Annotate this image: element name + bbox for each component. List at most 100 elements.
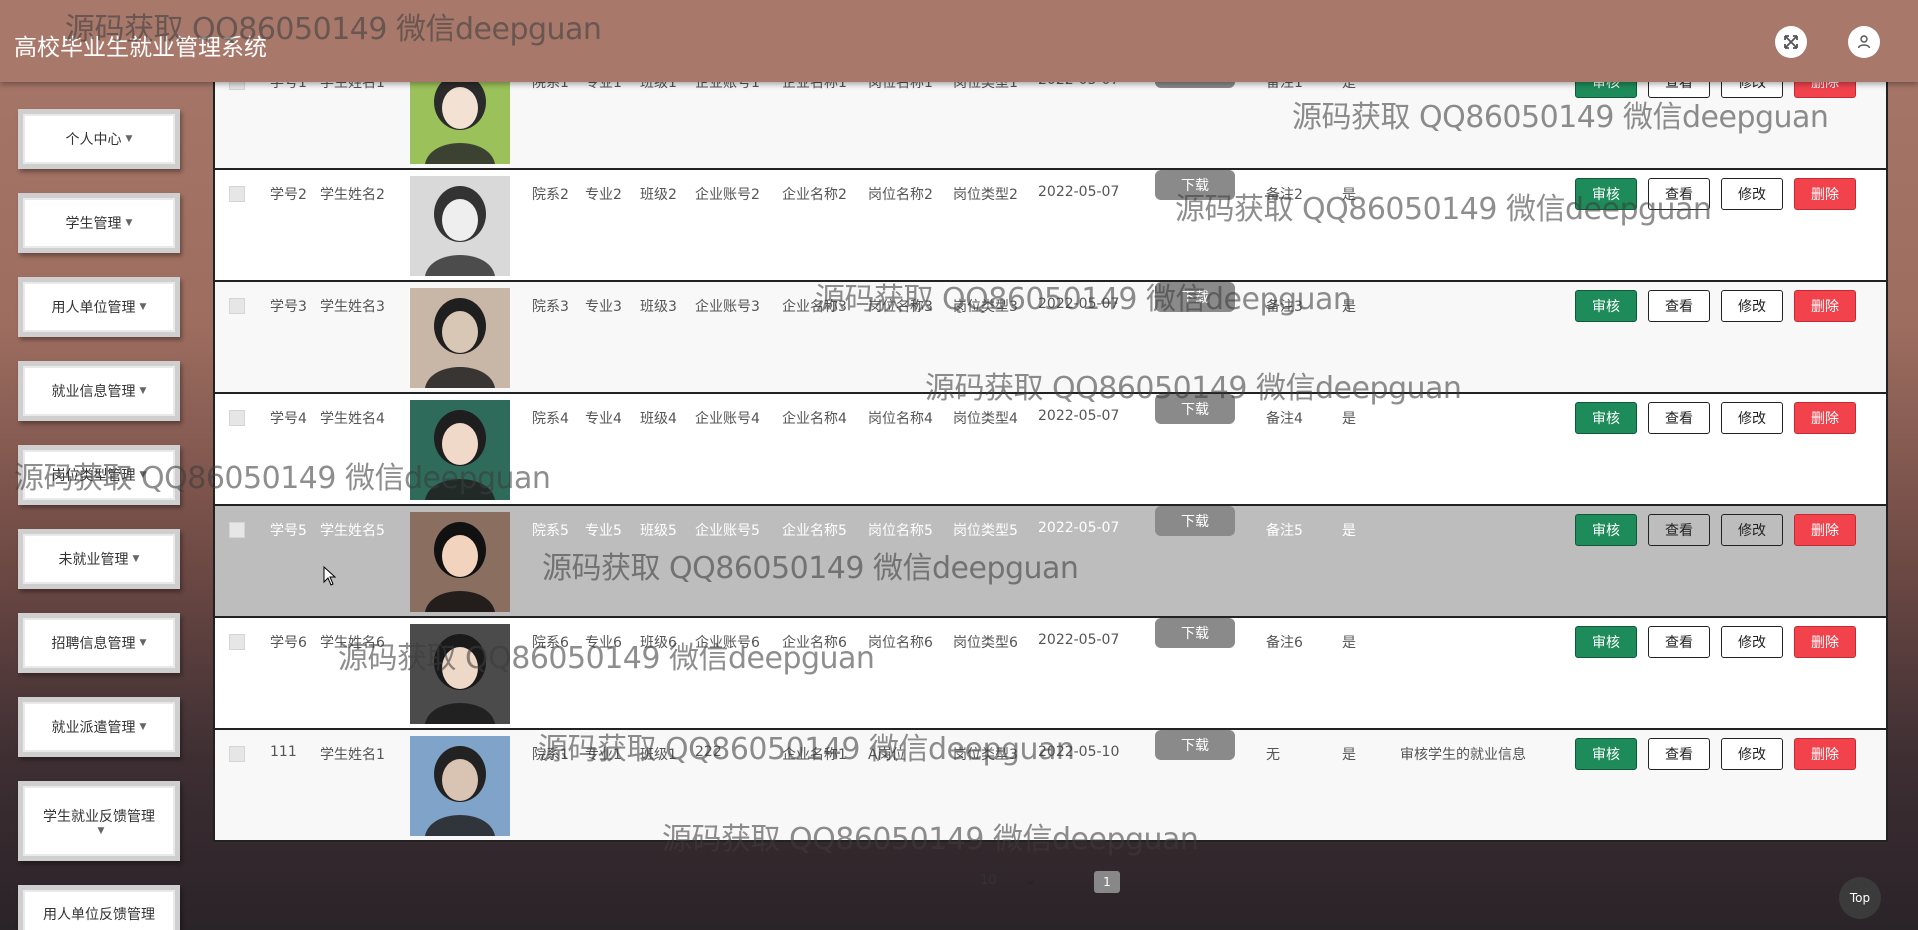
audit-button[interactable]: 审核 (1575, 178, 1637, 210)
cell-dept: 院系2 (532, 187, 569, 203)
delete-button[interactable]: 删除 (1794, 514, 1856, 546)
download-button[interactable]: 下载 (1155, 506, 1235, 536)
cell-date: 2022-05-07 (1038, 184, 1120, 200)
student-photo (410, 176, 510, 276)
cell-ptype: 岗位类型3 (953, 299, 1018, 315)
audit-button[interactable]: 审核 (1575, 738, 1637, 770)
row-checkbox[interactable] (229, 522, 245, 538)
cell-reply: 审核学生的就业信息 (1400, 747, 1526, 763)
cell-ptype: 岗位类型5 (953, 523, 1018, 539)
sidebar-item-recruitment[interactable]: 招聘信息管理 ▼ (18, 613, 180, 673)
edit-button[interactable]: 修改 (1721, 290, 1783, 322)
cell-id: 学号5 (270, 523, 307, 539)
sidebar-item-unemployed[interactable]: 未就业管理 ▼ (18, 529, 180, 589)
sidebar-item-label: 招聘信息管理 (51, 636, 136, 652)
download-button[interactable]: 下载 (1155, 618, 1235, 648)
cell-id: 学号6 (270, 635, 307, 651)
cell-note: 无 (1266, 747, 1280, 763)
user-menu-button[interactable] (1848, 26, 1880, 58)
sidebar-item-employment-info[interactable]: 就业信息管理 ▼ (18, 361, 180, 421)
cell-name: 学生姓名6 (320, 635, 385, 651)
edit-button[interactable]: 修改 (1721, 178, 1783, 210)
cell-major: 专业6 (585, 635, 622, 651)
cell-note: 备注5 (1266, 523, 1303, 539)
table-row[interactable]: 学号2 学生姓名2 院系2 专业2 班级2 企业账号2 企业名称2 岗位名称2 岗位类型2 202… (213, 170, 1888, 282)
edit-button[interactable]: 修改 (1721, 514, 1783, 546)
download-button[interactable]: 下载 (1155, 730, 1235, 760)
cell-flag: 是 (1342, 299, 1356, 315)
download-button[interactable]: 下载 (1155, 282, 1235, 312)
row-checkbox[interactable] (229, 410, 245, 426)
cell-cls: 班级6 (640, 635, 677, 651)
fullscreen-button[interactable] (1775, 26, 1807, 58)
audit-button[interactable]: 审核 (1575, 626, 1637, 658)
sidebar-item-label: 未就业管理 (58, 552, 129, 568)
back-to-top-button[interactable]: Top (1839, 877, 1881, 919)
row-checkbox[interactable] (229, 186, 245, 202)
cell-date: 2022-05-10 (1038, 744, 1120, 760)
student-photo (410, 736, 510, 836)
table-row[interactable]: 学号6 学生姓名6 院系6 专业6 班级6 企业账号6 企业名称6 岗位名称6 岗位类型6 202… (213, 618, 1888, 730)
page-size-select[interactable]: 10 ⌄ (980, 873, 1040, 893)
table-row[interactable]: 学号4 学生姓名4 院系4 专业4 班级4 企业账号4 企业名称4 岗位名称4 岗位类型4 202… (213, 394, 1888, 506)
download-button[interactable]: 下载 (1155, 394, 1235, 424)
sidebar-item-personal-center[interactable]: 个人中心 ▼ (18, 109, 180, 169)
edit-button[interactable]: 修改 (1721, 626, 1783, 658)
delete-button[interactable]: 删除 (1794, 626, 1856, 658)
cell-dept: 院系5 (532, 523, 569, 539)
cell-cls: 班级5 (640, 523, 677, 539)
view-button[interactable]: 查看 (1648, 402, 1710, 434)
sidebar-item-label: 就业信息管理 (51, 384, 136, 400)
table-row[interactable]: 111 学生姓名1 院系1 专业1 班级1 222 企业名称1 A岗位 岗位类型3 2022-05… (213, 730, 1888, 842)
table-row[interactable]: 学号3 学生姓名3 院系3 专业3 班级3 企业账号3 企业名称3 岗位名称3 岗位类型3 202… (213, 282, 1888, 394)
delete-button[interactable]: 删除 (1794, 290, 1856, 322)
view-button[interactable]: 查看 (1648, 738, 1710, 770)
cell-name: 学生姓名5 (320, 523, 385, 539)
view-button[interactable]: 查看 (1648, 178, 1710, 210)
sidebar-item-employers[interactable]: 用人单位管理 ▼ (18, 277, 180, 337)
sidebar-item-label: 学生管理 (65, 216, 122, 232)
cell-major: 专业4 (585, 411, 622, 427)
audit-button[interactable]: 审核 (1575, 402, 1637, 434)
delete-button[interactable]: 删除 (1794, 738, 1856, 770)
chevron-down-icon: ▼ (97, 826, 105, 836)
row-checkbox[interactable] (229, 634, 245, 650)
page-button-current[interactable]: 1 (1094, 871, 1120, 893)
delete-button[interactable]: 删除 (1794, 402, 1856, 434)
view-button[interactable]: 查看 (1648, 514, 1710, 546)
edit-button[interactable]: 修改 (1721, 738, 1783, 770)
cell-post: 岗位名称3 (868, 299, 933, 315)
chevron-down-icon: ▼ (139, 302, 147, 312)
sidebar: 个人中心 ▼ 学生管理 ▼ 用人单位管理 ▼ 就业信息管理 ▼ 岗位类型管理 ▼ 未就业管… (0, 82, 200, 930)
chevron-down-icon: ▼ (132, 554, 140, 564)
cell-flag: 是 (1342, 187, 1356, 203)
sidebar-item-student-feedback[interactable]: 学生就业反馈管理 ▼ (18, 781, 180, 861)
sidebar-item-employer-feedback[interactable]: 用人单位反馈管理 (18, 885, 180, 930)
cell-post: 岗位名称6 (868, 635, 933, 651)
sidebar-item-label: 岗位类型管理 (51, 468, 136, 484)
table-row[interactable]: 学号5 学生姓名5 院系5 专业5 班级5 企业账号5 企业名称5 岗位名称5 岗位类型5 202… (213, 506, 1888, 618)
audit-button[interactable]: 审核 (1575, 290, 1637, 322)
audit-button[interactable]: 审核 (1575, 514, 1637, 546)
cell-name: 学生姓名3 (320, 299, 385, 315)
download-button[interactable]: 下载 (1155, 170, 1235, 200)
row-checkbox[interactable] (229, 746, 245, 762)
cell-company: 企业名称2 (782, 187, 847, 203)
sidebar-item-label: 用人单位反馈管理 (43, 907, 155, 923)
edit-button[interactable]: 修改 (1721, 402, 1783, 434)
cell-flag: 是 (1342, 635, 1356, 651)
cell-major: 专业5 (585, 523, 622, 539)
cell-company: 企业名称4 (782, 411, 847, 427)
row-checkbox[interactable] (229, 298, 245, 314)
cell-acct: 222 (695, 744, 722, 760)
view-button[interactable]: 查看 (1648, 626, 1710, 658)
sidebar-item-dispatch[interactable]: 就业派遣管理 ▼ (18, 697, 180, 757)
cell-flag: 是 (1342, 411, 1356, 427)
sidebar-item-students[interactable]: 学生管理 ▼ (18, 193, 180, 253)
cell-date: 2022-05-07 (1038, 296, 1120, 312)
sidebar-item-post-types[interactable]: 岗位类型管理 ▼ (18, 445, 180, 505)
delete-button[interactable]: 删除 (1794, 178, 1856, 210)
cell-cls: 班级2 (640, 187, 677, 203)
view-button[interactable]: 查看 (1648, 290, 1710, 322)
cell-cls: 班级3 (640, 299, 677, 315)
